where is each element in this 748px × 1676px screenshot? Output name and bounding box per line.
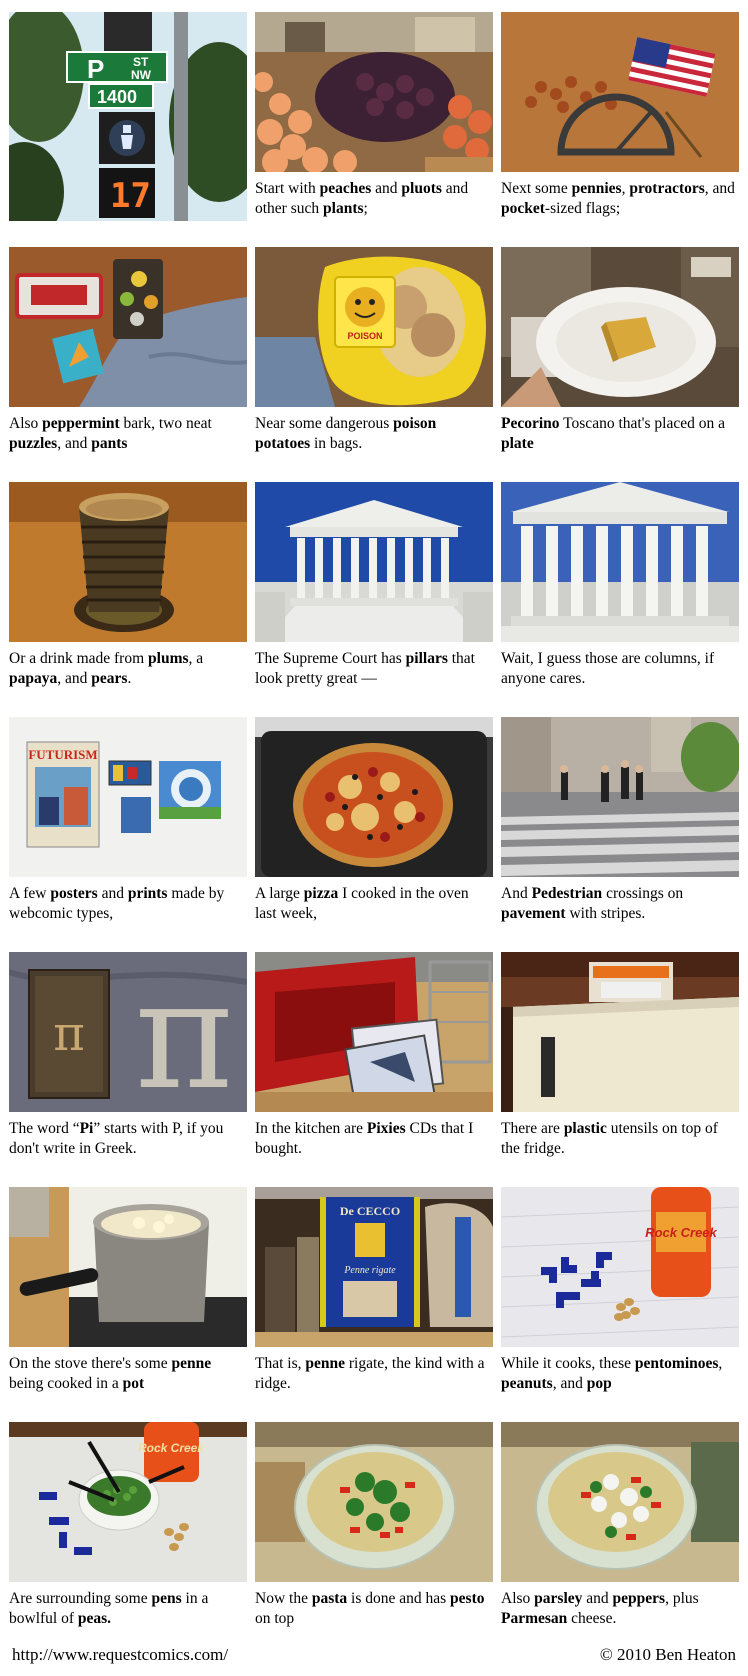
panel-15: There are plastic utensils on top of the… [501, 952, 739, 1187]
panel-7: Or a drink made from plums, a papaya, an… [9, 482, 247, 717]
panel-1: P ST NW 1400 17 [9, 12, 247, 247]
pasta-pesto-photo [255, 1422, 493, 1582]
panel-12: And Pedestrian crossings on pavement wit… [501, 717, 739, 952]
stove-pot-photo [9, 1187, 247, 1347]
crosswalk-photo [501, 717, 739, 877]
panel-20: Now the pasta is done and has pesto on t… [255, 1422, 493, 1657]
panel-caption: There are plastic utensils on top of the… [501, 1120, 718, 1157]
panel-21: Also parsley and peppers, plus Parmesan … [501, 1422, 739, 1657]
panel-caption: A large pizza I cooked in the oven last … [255, 885, 469, 922]
panel-10: FUTURISM A few posters and prints made b… [9, 717, 247, 952]
panel-8: The Supreme Court has pillars that look … [255, 482, 493, 717]
panel-caption: Also parsley and peppers, plus Parmesan … [501, 1590, 699, 1627]
box-brand: De CECCO [340, 1204, 400, 1218]
panel-caption: The word “Pi” starts with P, if you don'… [9, 1120, 224, 1157]
panel-caption: And Pedestrian crossings on pavement wit… [501, 885, 684, 922]
panel-caption: Wait, I guess those are columns, if anyo… [501, 650, 715, 687]
panel-11: A large pizza I cooked in the oven last … [255, 717, 493, 952]
soda-label-2: Rock Creek [138, 1441, 205, 1455]
panel-caption: Pecorino Toscano that's placed on a plat… [501, 415, 725, 452]
copyright-notice: © 2010 Ben Heaton [599, 1645, 736, 1664]
street-sign-photo: P ST NW 1400 17 [9, 12, 247, 221]
panel-caption: Or a drink made from plums, a papaya, an… [9, 650, 204, 687]
panel-caption: Next some pennies, protractors, and pock… [501, 180, 735, 217]
pens-peas-photo: Rock Creek [9, 1422, 247, 1582]
signal-count: 17 [110, 176, 151, 216]
supreme-court-photo-1 [255, 482, 493, 642]
panel-caption: On the stove there's some penne being co… [9, 1355, 212, 1392]
poison-potatoes-photo: POISON [255, 247, 493, 407]
panel-5: POISON Near some dangerous poison potato… [255, 247, 493, 482]
sign-st: ST [133, 55, 149, 69]
panel-caption: A few posters and prints made by webcomi… [9, 885, 225, 922]
pecorino-plate-photo [501, 247, 739, 407]
pennies-flag-photo [501, 12, 739, 172]
poster-title: FUTURISM [28, 747, 97, 762]
pi-shirt-photo: π π [9, 952, 247, 1112]
pi-symbol-dvd: π [53, 1006, 85, 1062]
panel-19: Rock Creek Are surrounding some pens in … [9, 1422, 247, 1657]
pi-symbol-shirt: π [135, 952, 234, 1112]
posters-prints-photo: FUTURISM [9, 717, 247, 877]
parsley-peppers-photo [501, 1422, 739, 1582]
panel-17: De CECCO Penne rigate That is, penne rig… [255, 1187, 493, 1422]
sign-nw: NW [131, 68, 152, 82]
pizza-photo [255, 717, 493, 877]
supreme-court-photo-2 [501, 482, 739, 642]
panel-caption: Near some dangerous poison potatoes in b… [255, 415, 437, 452]
panel-caption: The Supreme Court has pillars that look … [255, 650, 475, 687]
box-name: Penne rigate [343, 1265, 396, 1276]
panel-18: Rock Creek While it cooks, these pentomi… [501, 1187, 739, 1422]
pixies-cds-photo [255, 952, 493, 1112]
site-url[interactable]: http://www.requestcomics.com/ [12, 1645, 228, 1665]
penne-box-photo: De CECCO Penne rigate [255, 1187, 493, 1347]
soda-label: Rock Creek [645, 1225, 717, 1240]
panel-16: On the stove there's some penne being co… [9, 1187, 247, 1422]
panel-caption: In the kitchen are Pixies CDs that I bou… [255, 1120, 474, 1157]
panel-caption: That is, penne rigate, the kind with a r… [255, 1355, 485, 1392]
panel-4: Also peppermint bark, two neat puzzles, … [9, 247, 247, 482]
panel-caption: Are surrounding some pens in a bowlful o… [9, 1590, 209, 1627]
plastic-utensils-photo [501, 952, 739, 1112]
panel-6: Pecorino Toscano that's placed on a plat… [501, 247, 739, 482]
pentominoes-pop-photo: Rock Creek [501, 1187, 739, 1347]
drink-glass-photo [9, 482, 247, 642]
panel-2: Start with peaches and pluots and other … [255, 12, 493, 247]
panel-13: π π The word “Pi” starts with P, if you … [9, 952, 247, 1187]
panel-14: In the kitchen are Pixies CDs that I bou… [255, 952, 493, 1187]
panel-3: Next some pennies, protractors, and pock… [501, 12, 739, 247]
comic-grid: P ST NW 1400 17 Start with peaches and p… [9, 12, 739, 1657]
panel-caption: Now the pasta is done and has pesto on t… [255, 1590, 485, 1627]
panel-caption: While it cooks, these pentominoes, peanu… [501, 1355, 723, 1392]
panel-9: Wait, I guess those are columns, if anyo… [501, 482, 739, 717]
bag-label: POISON [347, 331, 382, 341]
sign-number: 1400 [97, 87, 137, 107]
peppermint-puzzles-photo [9, 247, 247, 407]
fruit-stand-photo [255, 12, 493, 172]
panel-caption: Start with peaches and pluots and other … [255, 180, 469, 217]
panel-caption: Also peppermint bark, two neat puzzles, … [9, 415, 212, 452]
sign-letter: P [87, 54, 104, 84]
